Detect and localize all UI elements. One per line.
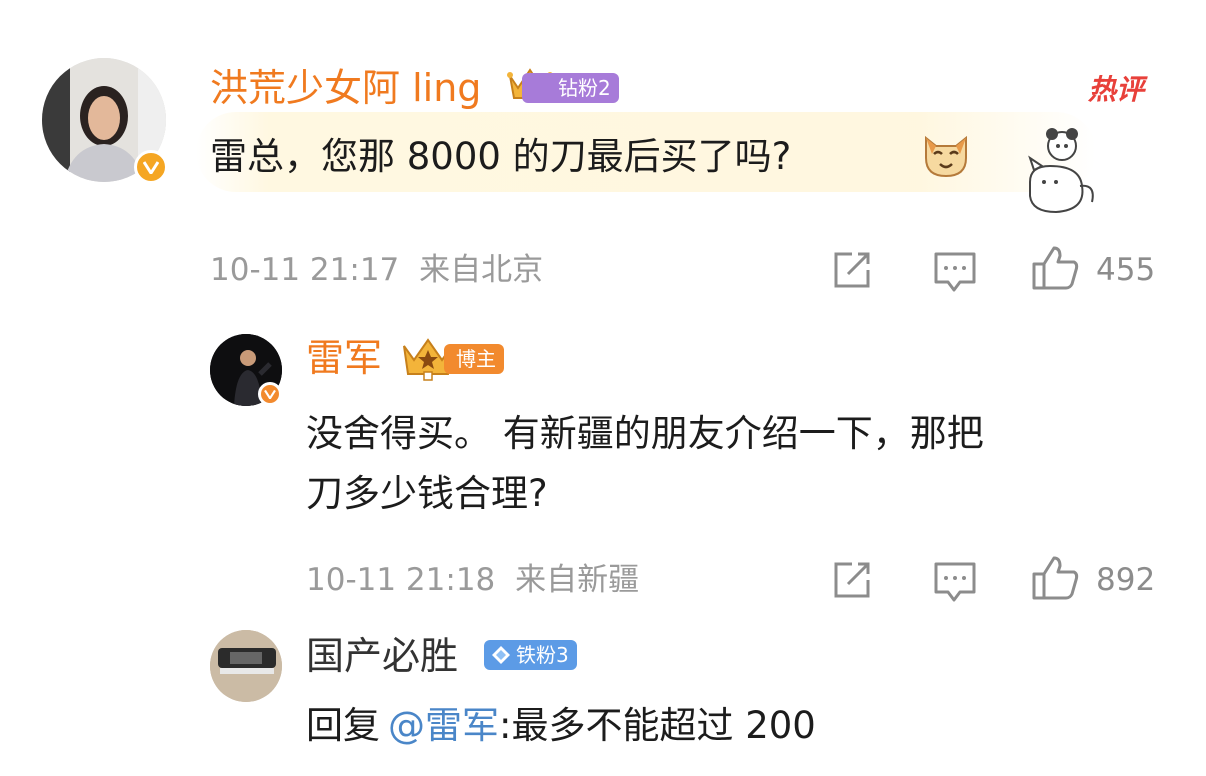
comment-location: 来自北京 (419, 252, 544, 288)
reply-body: :最多不能超过 200 (499, 704, 816, 747)
comment-location: 来自新疆 (515, 562, 640, 598)
like-count: 455 (1096, 252, 1156, 288)
comment-icon[interactable] (932, 250, 978, 298)
like-count: 892 (1096, 562, 1156, 598)
share-icon[interactable] (830, 248, 874, 296)
comment-text-line-2: 刀多少钱合理? (306, 472, 548, 515)
comment-text-line-1: 没舍得买。 有新疆的朋友介绍一下，那把 (306, 412, 984, 455)
fan-level-label: 钻粉2 (558, 76, 611, 100)
comment-text: 雷总，您那 8000 的刀最后买了吗? (210, 135, 792, 178)
reply-prefix: 回复 (306, 704, 380, 747)
diamond-icon-overlay (490, 644, 512, 670)
thumbs-up-icon[interactable] (1030, 244, 1080, 296)
fan-level-badge: 钻粉2 (522, 73, 619, 103)
blogger-badge: 博主 (444, 344, 504, 374)
fan-level-label: 铁粉3 (516, 643, 569, 667)
hot-comment-label: 热评 (1088, 73, 1145, 106)
comment-time: 10-11 21:18 来自新疆 (306, 562, 640, 598)
decorative-cat-girl-sticker (1020, 126, 1100, 222)
blogger-badge-label: 博主 (456, 347, 496, 371)
thumbs-up-icon[interactable] (1030, 554, 1080, 606)
share-icon[interactable] (830, 558, 874, 606)
verified-badge-icon (134, 150, 168, 184)
reply-text: 回复 @雷军:最多不能超过 200 (306, 697, 816, 755)
username[interactable]: 雷军 (306, 336, 382, 380)
comment-icon[interactable] (932, 560, 978, 608)
emoji-cat-icon (920, 128, 972, 184)
avatar-photo (210, 630, 282, 702)
comment-time: 10-11 21:17 来自北京 (210, 252, 544, 288)
avatar[interactable] (210, 630, 282, 702)
verified-badge-icon (258, 382, 282, 406)
username[interactable]: 国产必胜 (306, 634, 458, 678)
username[interactable]: 洪荒少女阿 ling (210, 66, 481, 110)
mention-link[interactable]: @雷军 (388, 704, 499, 747)
